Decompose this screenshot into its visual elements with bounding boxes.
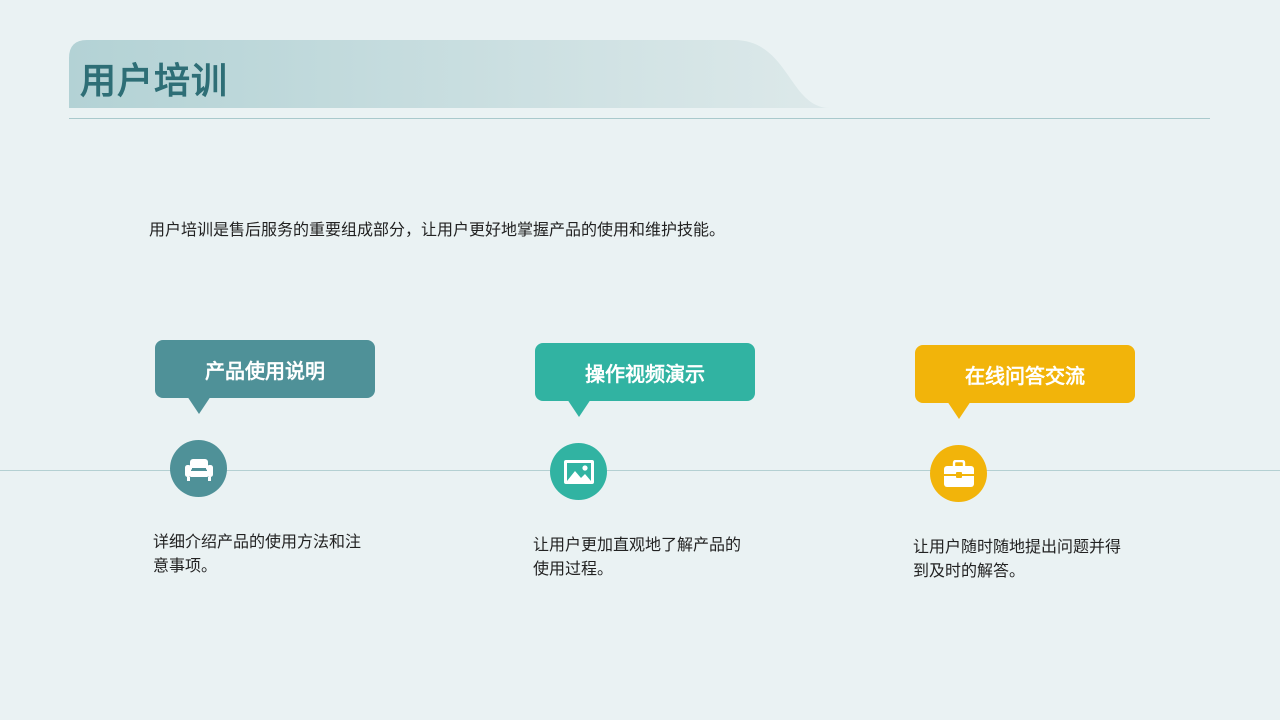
toolbox-icon (930, 445, 987, 502)
card-description: 让用户更加直观地了解产品的使用过程。 (533, 535, 742, 578)
card-label: 产品使用说明 (205, 358, 325, 383)
title-divider (69, 118, 1210, 119)
label-bubble: 操作视频演示 (535, 343, 755, 417)
page-title: 用户培训 (80, 61, 229, 102)
bubble-tail (947, 401, 971, 419)
card-description: 让用户随时随地提出问题并得到及时的解答。 (913, 537, 1122, 580)
sofa-icon (170, 440, 227, 497)
bubble-tail (567, 399, 591, 417)
card-label: 在线问答交流 (965, 363, 1085, 388)
card-description: 详细介绍产品的使用方法和注意事项。 (153, 532, 362, 575)
label-bubble: 产品使用说明 (155, 340, 375, 414)
card-label: 操作视频演示 (585, 361, 705, 386)
intro-text: 用户培训是售后服务的重要组成部分，让用户更好地掌握产品的使用和维护技能。 (149, 220, 726, 239)
bubble-tail (187, 396, 211, 414)
label-bubble: 在线问答交流 (915, 345, 1135, 419)
image-icon (550, 443, 607, 500)
